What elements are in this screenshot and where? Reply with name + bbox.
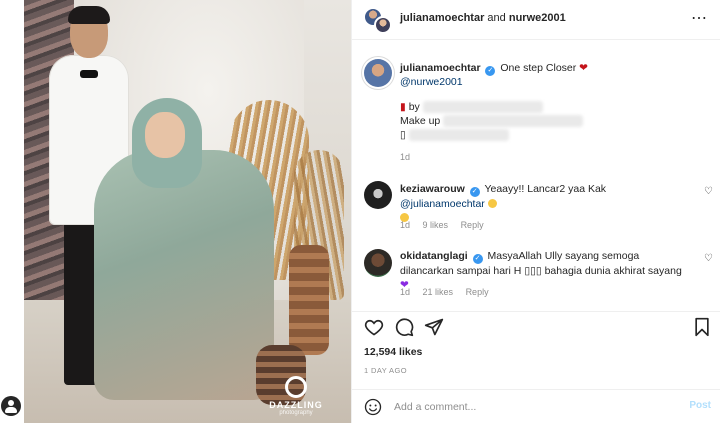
comments-section: julianamoechtar ✓ One step Closer ❤ @nur… — [352, 41, 720, 311]
caption-credit-makeup: Make up — [400, 114, 584, 128]
avatar[interactable] — [364, 181, 392, 209]
comment-body: Yeaayy!! Lancar2 yaa Kak — [484, 183, 607, 195]
caption-credit-third: ▯ — [400, 128, 509, 142]
caption-credit-by: ▮ by — [400, 100, 543, 114]
verified-badge: ✓ — [472, 254, 483, 264]
avatar[interactable] — [364, 59, 392, 87]
add-comment-bar: Post — [352, 389, 720, 423]
comment-likes[interactable]: 21 likes — [423, 287, 454, 297]
reply-button[interactable]: Reply — [461, 220, 484, 230]
share-icon[interactable] — [424, 317, 444, 337]
comment-mention[interactable]: @julianamoechtar — [400, 198, 485, 210]
smile-emoji-icon — [487, 199, 497, 208]
watermark-logo-icon — [285, 376, 307, 398]
more-icon[interactable]: ⋯ — [691, 11, 707, 27]
blurred-text — [408, 129, 509, 142]
woven-vase — [289, 245, 329, 355]
post-photo[interactable]: DAZZLING photography — [24, 0, 351, 423]
bowtie — [80, 70, 98, 78]
praying-emoji-icon: ▯▯▯ — [524, 265, 542, 277]
instagram-post-view: DAZZLING photography julianamoechtar and… — [0, 0, 720, 423]
comment-time: 1d — [400, 287, 411, 297]
heart-icon[interactable] — [364, 317, 384, 337]
action-bar — [352, 311, 720, 341]
comment-username[interactable]: okidatanglagi — [400, 250, 468, 262]
heart-icon[interactable]: ♡ — [704, 253, 713, 264]
post-header: julianamoechtar and nurwe2001 ⋯ — [352, 0, 720, 40]
camera-emoji-icon: ▯ — [400, 129, 406, 141]
comment-text: keziawarouw ✓ Yeaayy!! Lancar2 yaa Kak @… — [400, 182, 690, 225]
comment-text: okidatanglagi ✓ MasyaAllah Ully sayang s… — [400, 249, 690, 292]
credit-by-label: by — [408, 101, 420, 113]
watermark-sub: photography — [279, 410, 313, 416]
man-hair — [68, 6, 110, 24]
post-header-title: julianamoechtar and nurwe2001 — [400, 12, 566, 24]
comment-body-2: bahagia dunia akhirat sayang — [544, 265, 682, 277]
user-icon[interactable] — [1, 396, 21, 416]
blurred-text — [443, 115, 584, 128]
caption-time: 1d — [400, 152, 411, 162]
post-date: 1 DAY AGO — [364, 366, 407, 375]
avatar[interactable] — [364, 249, 392, 277]
like-count[interactable]: 12,594 likes — [364, 346, 422, 358]
avatar — [374, 16, 392, 34]
header-user2-link[interactable]: nurwe2001 — [509, 12, 566, 24]
smile-icon[interactable] — [364, 398, 382, 416]
caption-username[interactable]: julianamoechtar — [400, 62, 481, 74]
verified-badge: ✓ — [469, 187, 480, 197]
credit-makeup-label: Make up — [400, 115, 441, 127]
heart-icon[interactable]: ♡ — [704, 186, 713, 197]
comment-meta: 1d 9 likes Reply — [400, 220, 494, 230]
left-gutter — [0, 0, 24, 423]
caption-line: julianamoechtar ✓ One step Closer ❤ — [400, 61, 700, 76]
woman-face — [145, 112, 185, 158]
header-user1-link[interactable]: julianamoechtar — [400, 12, 484, 24]
woman-dress — [94, 150, 274, 400]
heart-emoji-icon: ❤ — [579, 62, 588, 74]
blurred-text — [422, 101, 543, 114]
caption-text: One step Closer — [500, 62, 577, 74]
reply-button[interactable]: Reply — [466, 287, 489, 297]
watermark-brand: DAZZLING — [269, 400, 323, 410]
photo-watermark: DAZZLING photography — [256, 376, 336, 416]
comment-input[interactable] — [394, 399, 644, 415]
post-button[interactable]: Post — [689, 400, 711, 411]
collab-avatars[interactable] — [364, 8, 392, 34]
comment-meta: 1d 21 likes Reply — [400, 287, 499, 297]
comment-likes[interactable]: 9 likes — [423, 220, 449, 230]
caption-mention[interactable]: @nurwe2001 — [400, 75, 463, 89]
bookmark-icon[interactable] — [692, 317, 712, 337]
comment-time: 1d — [400, 220, 411, 230]
post-side-panel: julianamoechtar and nurwe2001 ⋯ julianam… — [351, 0, 720, 423]
comment-icon[interactable] — [394, 317, 414, 337]
header-joiner: and — [487, 12, 506, 24]
verified-badge: ✓ — [485, 66, 496, 76]
comment-username[interactable]: keziawarouw — [400, 183, 465, 195]
dress-emoji-icon: ▮ — [400, 101, 406, 113]
